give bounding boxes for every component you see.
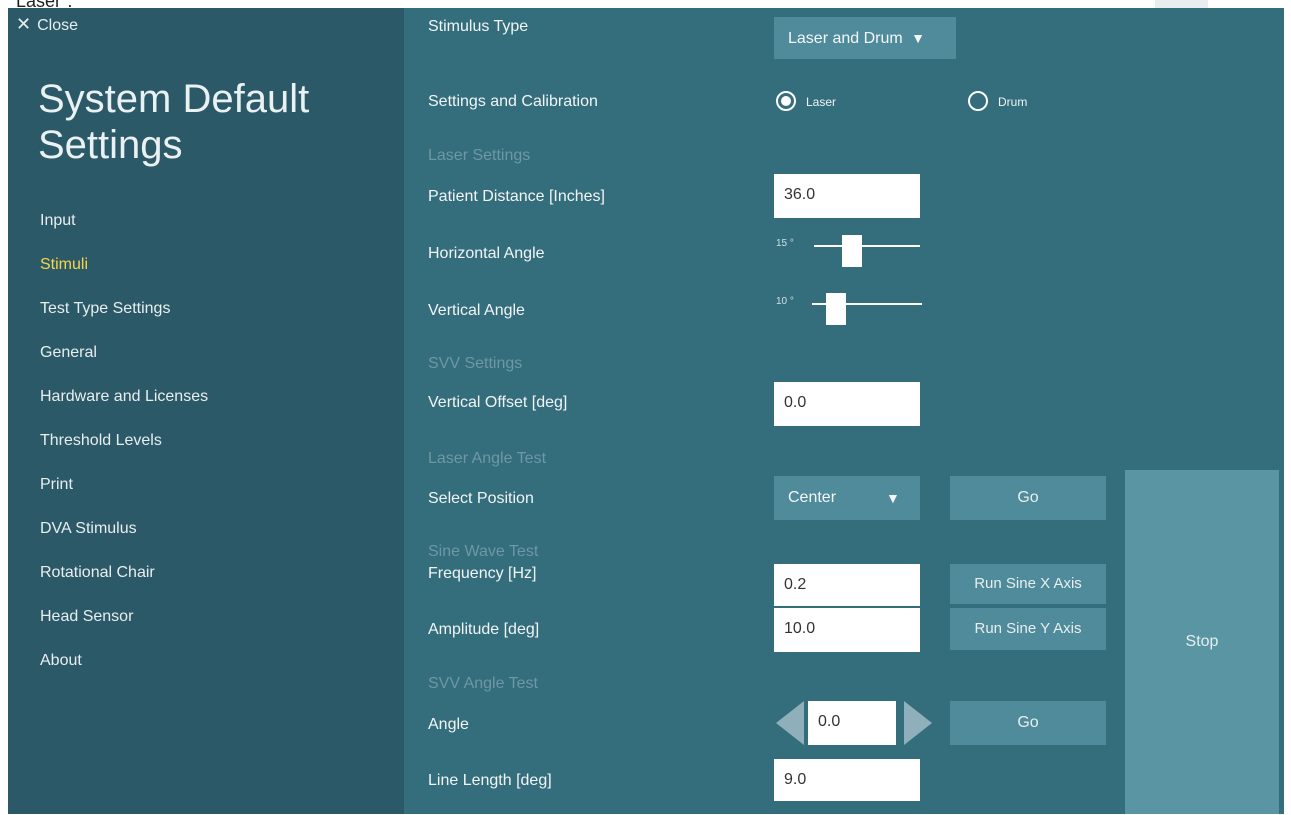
position-dropdown[interactable]: Center ▼ [774, 476, 920, 520]
laser-radio-label: Laser [806, 95, 837, 109]
stimulus-type-value: Laser and Drum [788, 30, 903, 47]
horizontal-angle-label: Horizontal Angle [428, 245, 545, 262]
close-label: Close [37, 17, 78, 34]
patient-distance-label: Patient Distance [Inches] [428, 188, 605, 205]
sidebar-item-rotational-chair[interactable]: Rotational Chair [40, 560, 208, 604]
sidebar-item-print[interactable]: Print [40, 472, 208, 516]
dropdown-arrow-icon: ▼ [911, 30, 926, 46]
sidebar-item-about[interactable]: About [40, 648, 208, 692]
select-position-label: Select Position [428, 490, 534, 507]
drum-radio[interactable] [968, 91, 988, 111]
laser-radio[interactable] [776, 91, 796, 111]
page-title: System Default Settings [38, 76, 309, 168]
frequency-label: Frequency [Hz] [428, 565, 537, 582]
decrease-angle-arrow-icon[interactable] [776, 701, 804, 745]
slider-thumb[interactable] [826, 293, 846, 325]
sidebar-item-head-sensor[interactable]: Head Sensor [40, 604, 208, 648]
sine-wave-test-heading: Sine Wave Test [428, 543, 539, 560]
patient-distance-input[interactable]: 36.0 [774, 174, 920, 218]
sidebar-item-test-type-settings[interactable]: Test Type Settings [40, 296, 208, 340]
laser-settings-heading: Laser Settings [428, 147, 531, 164]
vertical-angle-value: 10 ° [776, 296, 794, 307]
stimulus-type-dropdown[interactable]: Laser and Drum ▼ [774, 17, 956, 59]
settings-panel: Stimulus Type Laser and Drum ▼ Settings … [404, 8, 1284, 814]
svv-angle-test-heading: SVV Angle Test [428, 675, 538, 692]
close-icon: ✕ [16, 14, 32, 34]
run-sine-x-button[interactable]: Run Sine X Axis [950, 564, 1106, 604]
sidebar-item-input[interactable]: Input [40, 208, 208, 252]
drum-radio-label: Drum [998, 95, 1028, 109]
sidebar-item-hardware-and-licenses[interactable]: Hardware and Licenses [40, 384, 208, 428]
vertical-offset-input[interactable]: 0.0 [774, 382, 920, 426]
increase-angle-arrow-icon[interactable] [904, 701, 932, 745]
stop-button[interactable]: Stop [1125, 470, 1279, 814]
sidebar-item-stimuli[interactable]: Stimuli [40, 252, 208, 296]
slider-track [814, 245, 920, 247]
dropdown-arrow-icon: ▼ [886, 490, 900, 506]
stimulus-type-label: Stimulus Type [428, 18, 529, 35]
laser-go-button[interactable]: Go [950, 476, 1106, 520]
laser-angle-test-heading: Laser Angle Test [428, 450, 547, 467]
line-length-input[interactable]: 9.0 [774, 759, 920, 801]
radio-selected-dot [781, 96, 791, 106]
frequency-input[interactable]: 0.2 [774, 564, 920, 606]
page-title-line1: System Default [38, 77, 310, 121]
run-sine-y-button[interactable]: Run Sine Y Axis [950, 608, 1106, 650]
angle-go-button[interactable]: Go [950, 701, 1106, 745]
line-length-label: Line Length [deg] [428, 772, 552, 789]
vertical-angle-slider[interactable]: 10 ° [776, 293, 926, 325]
close-button[interactable]: ✕ Close [16, 14, 78, 35]
amplitude-input[interactable]: 10.0 [774, 608, 920, 652]
sidebar-item-threshold-levels[interactable]: Threshold Levels [40, 428, 208, 472]
page-title-line2: Settings [38, 123, 183, 167]
settings-calibration-label: Settings and Calibration [428, 93, 598, 110]
vertical-offset-label: Vertical Offset [deg] [428, 394, 568, 411]
horizontal-angle-slider[interactable]: 15 ° [776, 235, 926, 267]
angle-label: Angle [428, 716, 469, 733]
sidebar-nav: Input Stimuli Test Type Settings General… [40, 208, 208, 692]
vertical-angle-label: Vertical Angle [428, 302, 525, 319]
horizontal-angle-value: 15 ° [776, 238, 794, 249]
sidebar-item-general[interactable]: General [40, 340, 208, 384]
sidebar-item-dva-stimulus[interactable]: DVA Stimulus [40, 516, 208, 560]
svv-settings-heading: SVV Settings [428, 355, 523, 372]
amplitude-label: Amplitude [deg] [428, 621, 540, 638]
angle-input[interactable]: 0.0 [808, 701, 896, 745]
sidebar: ✕ Close System Default Settings Input Sti… [8, 8, 404, 814]
position-value: Center [788, 489, 837, 506]
slider-thumb[interactable] [842, 235, 862, 267]
